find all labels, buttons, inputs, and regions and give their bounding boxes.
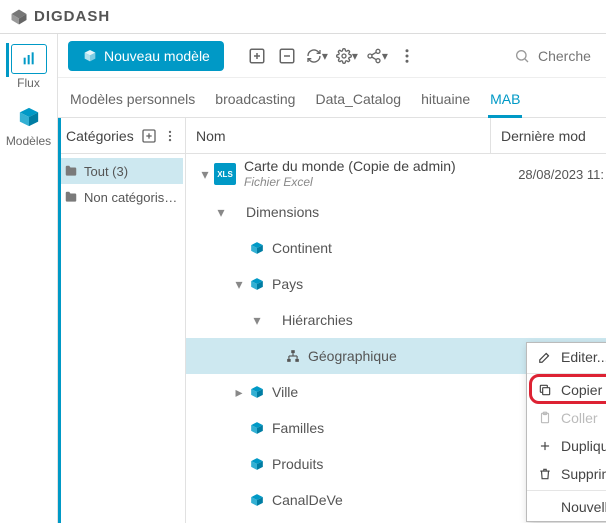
ctx-new-hierarchy[interactable]: Nouvelle hiérarchie ▸: [527, 493, 606, 521]
tree-label: Pays: [272, 276, 303, 292]
tree-label: Dimensions: [246, 204, 319, 220]
brand-logo-icon: [10, 8, 28, 26]
left-rail: Flux Modèles: [0, 34, 58, 523]
tree-label: Ville: [272, 384, 298, 400]
ctx-label: Supprimer: [561, 466, 606, 482]
categories-header: Catégories: [66, 128, 134, 144]
category-uncategorized[interactable]: Non catégoris…: [60, 184, 183, 210]
more-vertical-icon[interactable]: [396, 45, 418, 67]
new-model-label: Nouveau modèle: [104, 48, 210, 64]
add-square-icon[interactable]: [246, 45, 268, 67]
cube-icon: [248, 457, 266, 471]
cube-icon: [248, 421, 266, 435]
tree-pays[interactable]: ▾ Pays: [186, 266, 606, 302]
tree-label: Familles: [272, 420, 324, 436]
tree-label: Géographique: [308, 348, 397, 364]
bar-chart-icon: [20, 51, 38, 67]
ctx-edit[interactable]: Editer... Alt+Entrée: [527, 343, 606, 371]
minus-square-icon[interactable]: [276, 45, 298, 67]
rail-item-modeles[interactable]: Modèles: [5, 98, 53, 152]
search-input[interactable]: [536, 47, 596, 65]
categories-more-icon[interactable]: [163, 129, 177, 143]
tree-dimensions[interactable]: ▾ Dimensions: [186, 194, 606, 230]
cube-plus-icon: [82, 48, 98, 64]
paste-icon: [537, 411, 553, 425]
gear-icon[interactable]: ▾: [336, 45, 358, 67]
ctx-copy[interactable]: Copier Ctrl+C: [527, 376, 606, 404]
model-tree: ▾ XLS Carte du monde (Copie de admin) Fi…: [186, 154, 606, 523]
tab-hituaine[interactable]: hituaine: [419, 85, 472, 117]
search-icon: [514, 48, 530, 64]
tree-continent[interactable]: ▸ Continent: [186, 230, 606, 266]
workspace-toolbar: Nouveau modèle ▾ ▾ ▾: [58, 34, 606, 78]
tab-personal-models[interactable]: Modèles personnels: [68, 85, 197, 117]
tree-label: Produits: [272, 456, 323, 472]
tab-broadcasting[interactable]: broadcasting: [213, 85, 297, 117]
tab-mab[interactable]: MAB: [488, 85, 522, 117]
file-name: Carte du monde (Copie de admin): [244, 158, 456, 175]
ctx-label: Nouvelle hiérarchie: [561, 499, 606, 515]
cube-icon: [248, 277, 266, 291]
rail-item-label: Modèles: [6, 134, 51, 148]
tab-data-catalog[interactable]: Data_Catalog: [313, 85, 403, 117]
file-type: Fichier Excel: [244, 175, 456, 189]
tree-label: Continent: [272, 240, 332, 256]
ctx-label: Copier: [561, 382, 602, 398]
share-icon[interactable]: ▾: [366, 45, 388, 67]
copy-icon: [537, 383, 553, 397]
column-name[interactable]: Nom: [186, 118, 490, 153]
chevron-down-icon[interactable]: ▾: [212, 204, 230, 221]
hierarchy-icon: [284, 349, 302, 363]
tree-label: Hiérarchies: [282, 312, 353, 328]
cube-icon: [248, 241, 266, 255]
chevron-down-icon[interactable]: ▾: [196, 166, 214, 183]
context-menu: Editer... Alt+Entrée Copier Ctrl+C Colle…: [526, 342, 606, 522]
ctx-paste: Coller Ctrl+V: [527, 404, 606, 432]
chevron-right-icon[interactable]: ▸: [230, 384, 248, 401]
tree-hierarchies[interactable]: ▾ Hiérarchies: [186, 302, 606, 338]
chevron-down-icon[interactable]: ▾: [230, 276, 248, 293]
app-header: DIGDASH: [0, 0, 606, 34]
trash-icon: [537, 467, 553, 481]
categories-pane: Catégories Tout (3) Non catégoris…: [58, 118, 186, 523]
new-model-button[interactable]: Nouveau modèle: [68, 41, 224, 71]
ctx-label: Dupliquer...: [561, 438, 606, 454]
model-pane: Nom Dernière mod ▾ XLS Carte du monde (C…: [186, 118, 606, 523]
brand-name: DIGDASH: [34, 8, 110, 25]
ctx-label: Coller: [561, 410, 598, 426]
file-date: 28/08/2023 11:: [518, 167, 606, 182]
xls-badge-icon: XLS: [214, 163, 236, 185]
plus-icon: [537, 439, 553, 453]
cube-icon: [248, 385, 266, 399]
refresh-icon[interactable]: ▾: [306, 45, 328, 67]
ctx-label: Editer...: [561, 349, 606, 365]
ctx-delete[interactable]: Supprimer Suppr: [527, 460, 606, 488]
file-row[interactable]: ▾ XLS Carte du monde (Copie de admin) Fi…: [186, 154, 606, 194]
edit-icon: [537, 350, 553, 364]
search-box[interactable]: [504, 47, 596, 65]
category-label: Non catégoris…: [84, 190, 177, 205]
chevron-down-icon[interactable]: ▾: [248, 312, 266, 329]
cube-icon: [18, 106, 40, 128]
model-tabs: Modèles personnels broadcasting Data_Cat…: [58, 78, 606, 118]
column-date[interactable]: Dernière mod: [490, 118, 606, 153]
add-category-icon[interactable]: [141, 128, 157, 144]
folder-icon: [64, 190, 78, 204]
rail-item-flux[interactable]: Flux: [5, 40, 53, 94]
category-all[interactable]: Tout (3): [60, 158, 183, 184]
ctx-duplicate[interactable]: Dupliquer...: [527, 432, 606, 460]
folder-icon: [64, 164, 78, 178]
rail-item-label: Flux: [17, 76, 40, 90]
cube-icon: [248, 493, 266, 507]
category-label: Tout (3): [84, 164, 128, 179]
tree-label: CanalDeVe: [272, 492, 343, 508]
